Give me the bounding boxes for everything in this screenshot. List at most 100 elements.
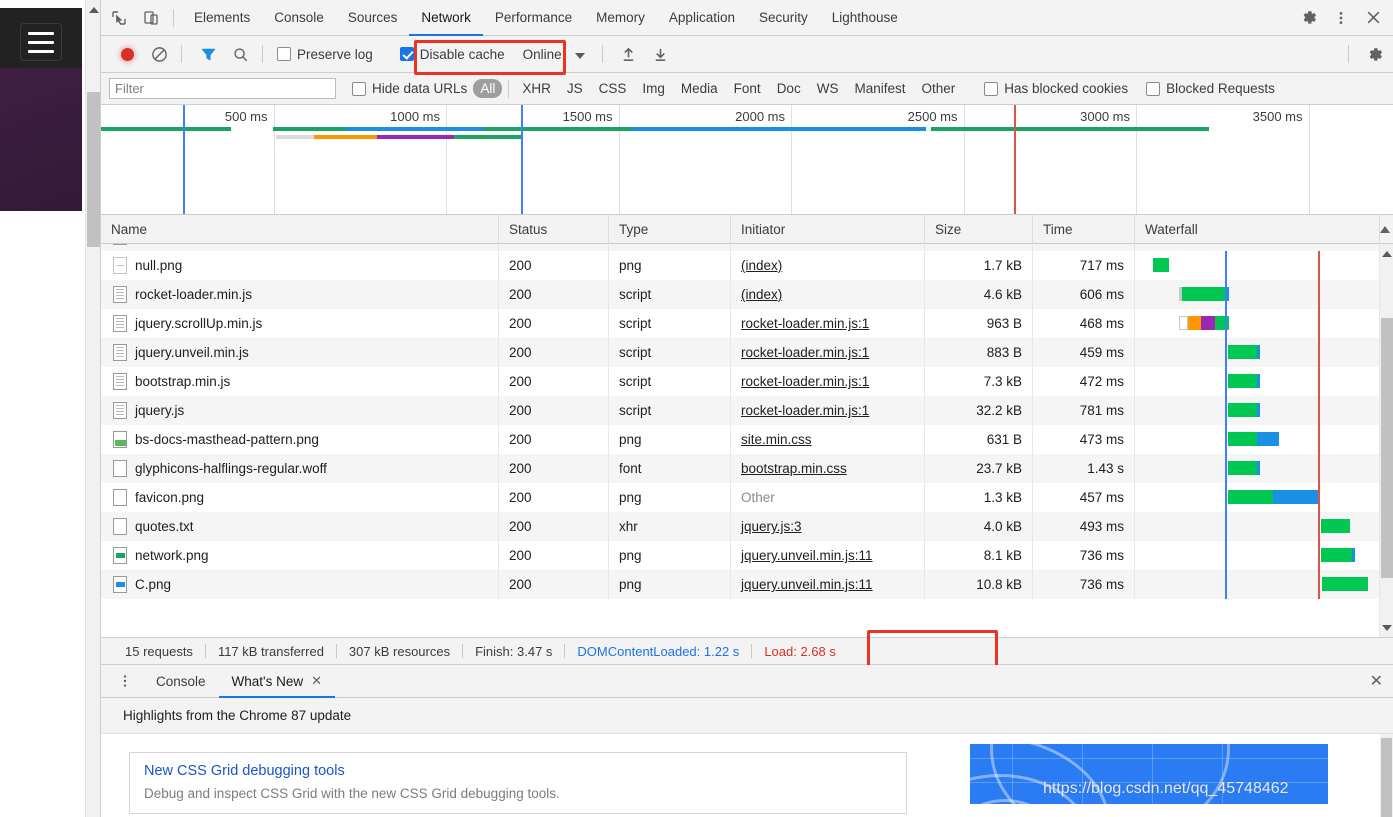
cell-time: 717 ms	[1033, 251, 1135, 280]
search-icon[interactable]	[226, 40, 254, 68]
filter-type-manifest[interactable]: Manifest	[847, 79, 912, 98]
close-devtools-icon[interactable]	[1359, 4, 1387, 32]
column-header-waterfall[interactable]: Waterfall	[1135, 215, 1380, 244]
whats-new-card[interactable]: New CSS Grid debugging tools Debug and i…	[129, 752, 907, 814]
drawer-tab-close-icon[interactable]: ✕	[311, 673, 322, 689]
initiator-link[interactable]: jquery.unveil.min.js:11	[741, 577, 873, 592]
initiator-link[interactable]: rocket-loader.min.js:1	[741, 403, 869, 418]
drawer-scrollbar-thumb[interactable]	[1381, 738, 1392, 817]
column-header-size[interactable]: Size	[925, 215, 1033, 244]
table-row[interactable]: quotes.txt 200 xhr jquery.js:3 4.0 kB 493 ms	[101, 512, 1393, 541]
filter-type-xhr[interactable]: XHR	[515, 79, 558, 98]
table-row[interactable]: jquery.js 200 script rocket-loader.min.js:1…	[101, 396, 1393, 425]
table-scrollbar[interactable]	[1379, 244, 1393, 637]
has-blocked-cookies-checkbox[interactable]: Has blocked cookies	[984, 81, 1128, 96]
drawer-tab-console[interactable]: Console	[143, 665, 219, 698]
filter-type-css[interactable]: CSS	[592, 79, 634, 98]
table-row[interactable]: jquery.scrollUp.min.js 200 script rocket-lo…	[101, 309, 1393, 338]
drawer-scrollbar[interactable]	[1380, 734, 1393, 817]
table-row[interactable]: bs-docs-masthead-pattern.png 200 png site.m…	[101, 425, 1393, 454]
blocked-requests-checkbox[interactable]: Blocked Requests	[1146, 81, 1275, 96]
network-settings-gear-icon[interactable]	[1361, 40, 1389, 68]
device-toolbar-icon[interactable]	[137, 4, 165, 32]
hamburger-menu-icon[interactable]	[20, 23, 62, 61]
table-row[interactable]: rocket-loader.min.js 200 script (index) 4.6 …	[101, 280, 1393, 309]
tab-sources[interactable]: Sources	[336, 0, 410, 36]
hide-data-urls-box[interactable]	[352, 81, 366, 96]
whats-new-card-title[interactable]: New CSS Grid debugging tools	[144, 763, 892, 779]
export-har-icon[interactable]	[647, 40, 675, 68]
filter-type-js[interactable]: JS	[560, 79, 590, 98]
column-header-time[interactable]: Time	[1033, 215, 1135, 244]
disable-cache-box[interactable]	[399, 47, 414, 61]
tab-security[interactable]: Security	[747, 0, 820, 36]
more-options-icon[interactable]	[1327, 4, 1355, 32]
requests-table-body[interactable]: site.min.css 200 stylesheet (index) 4.6 …	[101, 244, 1393, 637]
filter-toggle-icon[interactable]	[194, 40, 222, 68]
table-row[interactable]: bootstrap.min.js 200 script rocket-loader.m…	[101, 367, 1393, 396]
tab-network[interactable]: Network	[409, 0, 483, 36]
column-header-type[interactable]: Type	[609, 215, 731, 244]
waterfall-domcontentloaded-line	[1225, 512, 1227, 541]
filter-type-media[interactable]: Media	[674, 79, 725, 98]
initiator-link[interactable]: rocket-loader.min.js:1	[741, 374, 869, 389]
filter-input[interactable]	[109, 78, 336, 99]
tab-memory[interactable]: Memory	[584, 0, 657, 36]
table-row[interactable]: null.png 200 png (index) 1.7 kB 717 ms	[101, 251, 1393, 280]
tab-console[interactable]: Console	[262, 0, 336, 36]
whats-new-card-description: Debug and inspect CSS Grid with the new …	[144, 786, 560, 801]
disable-cache-checkbox[interactable]: Disable cache	[399, 47, 505, 62]
settings-gear-icon[interactable]	[1295, 4, 1323, 32]
initiator-link[interactable]: (index)	[741, 258, 782, 273]
drawer-close-icon[interactable]: ✕	[1370, 673, 1383, 690]
initiator-link[interactable]: site.min.css	[741, 432, 812, 447]
page-scrollbar[interactable]	[85, 0, 100, 817]
table-row[interactable]: network.png 200 png jquery.unveil.min.js:11…	[101, 541, 1393, 570]
network-overview-timeline[interactable]: 500 ms 1000 ms 1500 ms 2000 ms 2500 ms 3000 m…	[101, 105, 1393, 215]
initiator-link[interactable]: rocket-loader.min.js:1	[741, 345, 869, 360]
column-header-initiator[interactable]: Initiator	[731, 215, 925, 244]
initiator-link[interactable]: rocket-loader.min.js:1	[741, 316, 869, 331]
record-button[interactable]	[113, 40, 141, 68]
preserve-log-box[interactable]	[277, 47, 291, 61]
tab-elements[interactable]: Elements	[182, 0, 262, 36]
tab-lighthouse[interactable]: Lighthouse	[820, 0, 910, 36]
initiator-link[interactable]: jquery.unveil.min.js:11	[741, 548, 873, 563]
table-row[interactable]: glyphicons-halflings-regular.woff 200 font…	[101, 454, 1393, 483]
preserve-log-checkbox[interactable]: Preserve log	[277, 47, 373, 62]
has-blocked-cookies-box[interactable]	[984, 81, 999, 96]
page-scrollbar-thumb[interactable]	[87, 92, 100, 247]
table-row[interactable]: C.png 200 png jquery.unveil.min.js:11 10.8 k…	[101, 570, 1393, 599]
chevron-down-icon[interactable]	[566, 47, 594, 62]
filter-type-img[interactable]: Img	[635, 79, 672, 98]
filter-type-font[interactable]: Font	[727, 79, 768, 98]
initiator-link[interactable]: jquery.js:3	[741, 519, 802, 534]
drawer-more-options-icon[interactable]	[111, 667, 139, 695]
table-scrollbar-thumb[interactable]	[1381, 318, 1393, 578]
hide-data-urls-checkbox[interactable]: Hide data URLs	[352, 81, 467, 96]
filter-type-other[interactable]: Other	[914, 79, 962, 98]
cell-time: 736 ms	[1033, 570, 1135, 599]
column-header-status[interactable]: Status	[499, 215, 609, 244]
initiator-link[interactable]: (index)	[741, 287, 782, 302]
throttling-dropdown[interactable]: Online	[523, 47, 594, 62]
scroll-up-icon[interactable]	[1380, 246, 1393, 261]
table-row[interactable]: favicon.png 200 png Other 1.3 kB 457 ms	[101, 483, 1393, 512]
initiator-link[interactable]: bootstrap.min.css	[741, 461, 847, 476]
drawer-tab-what-s-new[interactable]: What's New ✕	[219, 665, 336, 698]
scroll-down-icon[interactable]	[1380, 620, 1393, 635]
filter-type-all[interactable]: All	[473, 79, 503, 98]
filter-type-ws[interactable]: WS	[810, 79, 846, 98]
column-header-name[interactable]: Name	[101, 215, 499, 244]
table-row-partial[interactable]: site.min.css 200 stylesheet (index) 4.6 …	[101, 244, 1393, 251]
tab-application[interactable]: Application	[657, 0, 747, 36]
sort-ascending-icon[interactable]	[1380, 225, 1393, 233]
tab-performance[interactable]: Performance	[483, 0, 584, 36]
blocked-requests-box[interactable]	[1146, 81, 1161, 96]
import-har-icon[interactable]	[615, 40, 643, 68]
filter-type-doc[interactable]: Doc	[770, 79, 808, 98]
table-row[interactable]: jquery.unveil.min.js 200 script rocket-load…	[101, 338, 1393, 367]
clear-button[interactable]	[145, 40, 173, 68]
inspect-element-icon[interactable]	[105, 4, 133, 32]
scroll-up-icon[interactable]	[86, 2, 101, 18]
